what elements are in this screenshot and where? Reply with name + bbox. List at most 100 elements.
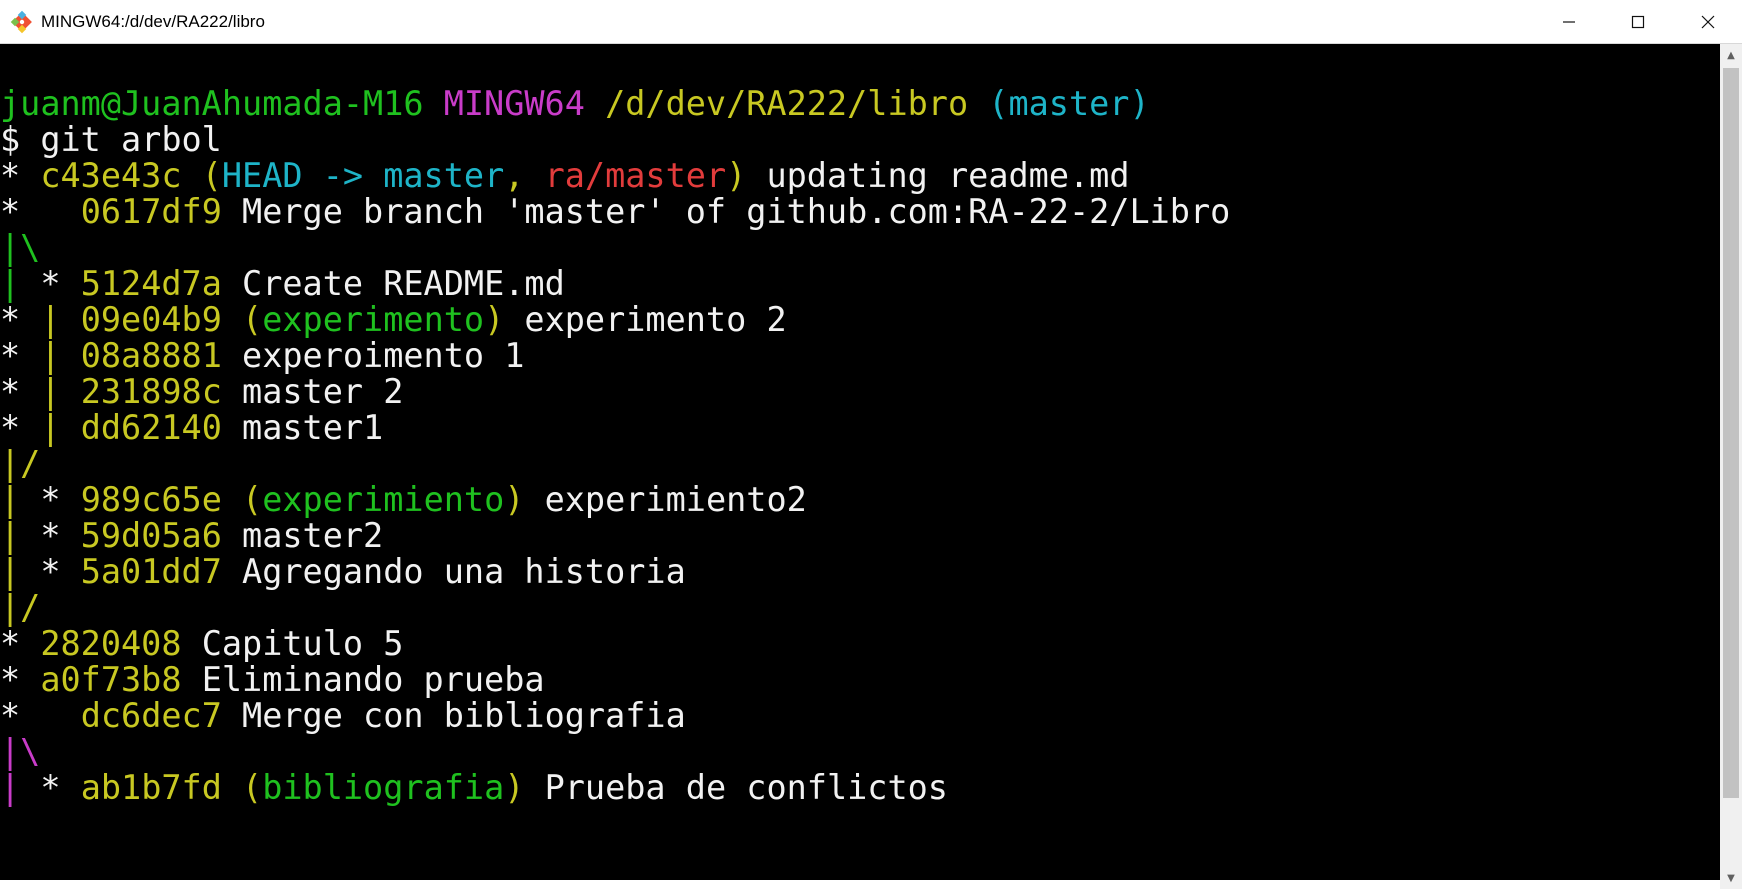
minimize-button[interactable] bbox=[1534, 0, 1603, 44]
graph-glyph: | bbox=[0, 768, 41, 807]
graph-glyph: * bbox=[0, 156, 41, 195]
remote-ref: ra/master bbox=[544, 156, 727, 195]
commit-message: experimento 2 bbox=[504, 300, 787, 339]
graph-glyph: * bbox=[0, 408, 41, 447]
graph-glyph: * bbox=[0, 624, 41, 663]
commit-hash: dd62140 bbox=[80, 408, 222, 447]
commit-hash: 989c65e bbox=[80, 480, 222, 519]
vertical-scrollbar[interactable]: ▲ ▼ bbox=[1720, 44, 1742, 889]
graph-glyph: | bbox=[0, 264, 41, 303]
commit-message: Capitulo 5 bbox=[181, 624, 404, 663]
graph-glyph: |/ bbox=[0, 444, 41, 483]
git-bash-icon bbox=[10, 10, 34, 34]
graph-glyph: | bbox=[40, 372, 81, 411]
maximize-button[interactable] bbox=[1603, 0, 1672, 44]
branch-ref: bibliografia bbox=[262, 768, 505, 807]
refs-open: ( bbox=[221, 480, 263, 519]
graph-line: |\ bbox=[0, 228, 40, 268]
close-button[interactable] bbox=[1673, 0, 1742, 44]
prompt-user-host: juanm@JuanAhumada-M16 bbox=[0, 84, 424, 123]
commit-line: * a0f73b8 Eliminando prueba bbox=[0, 660, 545, 700]
graph-glyph: | bbox=[40, 336, 81, 375]
refs-separator: , bbox=[504, 156, 545, 195]
graph-glyph: | bbox=[0, 480, 41, 519]
graph-glyph: * bbox=[0, 300, 41, 339]
commit-line: | * ab1b7fd (bibliografia) Prueba de con… bbox=[0, 768, 948, 808]
commit-hash: 231898c bbox=[80, 372, 222, 411]
commit-line: * c43e43c (HEAD -> master, ra/master) up… bbox=[0, 156, 1130, 196]
commit-message: experimiento2 bbox=[524, 480, 807, 519]
commit-line: * | 08a8881 experoimento 1 bbox=[0, 336, 524, 376]
graph-glyph: | bbox=[40, 300, 81, 339]
graph-glyph: * bbox=[40, 480, 81, 519]
graph-line: |\ bbox=[0, 732, 40, 772]
graph-glyph: * bbox=[40, 552, 81, 591]
graph-glyph: * bbox=[40, 768, 81, 807]
terminal-output[interactable]: juanm@JuanAhumada-M16 MINGW64 /d/dev/RA2… bbox=[0, 44, 1720, 889]
branch-ref: experimiento bbox=[262, 480, 505, 519]
refs-close: ) bbox=[504, 768, 525, 807]
commit-line: * | 09e04b9 (experimento) experimento 2 bbox=[0, 300, 787, 340]
commit-message: Prueba de conflictos bbox=[524, 768, 948, 807]
graph-line: |/ bbox=[0, 588, 40, 628]
scroll-thumb[interactable] bbox=[1723, 68, 1739, 798]
graph-glyph: * bbox=[40, 264, 81, 303]
commit-hash: dc6dec7 bbox=[80, 696, 222, 735]
commit-line: * | 231898c master 2 bbox=[0, 372, 403, 412]
window-title: MINGW64:/d/dev/RA222/libro bbox=[41, 12, 265, 31]
commit-message: Eliminando prueba bbox=[181, 660, 545, 699]
graph-glyph: * bbox=[0, 660, 41, 699]
graph-glyph: |\ bbox=[0, 732, 41, 771]
commit-hash: 59d05a6 bbox=[80, 516, 222, 555]
maximize-icon bbox=[1631, 15, 1644, 29]
bottom-edge bbox=[0, 880, 1720, 889]
refs-open: ( bbox=[221, 768, 263, 807]
commit-message: updating readme.md bbox=[746, 156, 1130, 195]
graph-line: |/ bbox=[0, 444, 40, 484]
close-icon bbox=[1701, 15, 1714, 29]
graph-glyph: * bbox=[0, 192, 81, 231]
scroll-up-arrow-icon[interactable]: ▲ bbox=[1720, 44, 1742, 66]
refs-close: ) bbox=[726, 156, 747, 195]
commit-hash: a0f73b8 bbox=[40, 660, 182, 699]
commit-message: Merge branch 'master' of github.com:RA-2… bbox=[221, 192, 1231, 231]
commit-hash: 08a8881 bbox=[80, 336, 222, 375]
commit-line: * dc6dec7 Merge con bibliografia bbox=[0, 696, 686, 736]
commit-line: * 2820408 Capitulo 5 bbox=[0, 624, 403, 664]
commit-hash: 0617df9 bbox=[80, 192, 222, 231]
prompt-path: /d/dev/RA222/libro bbox=[605, 84, 969, 123]
graph-glyph: * bbox=[0, 696, 81, 735]
commit-hash: c43e43c bbox=[40, 156, 182, 195]
commit-hash: ab1b7fd bbox=[80, 768, 222, 807]
commit-line: * | dd62140 master1 bbox=[0, 408, 383, 448]
commit-line: * 0617df9 Merge branch 'master' of githu… bbox=[0, 192, 1230, 232]
graph-glyph: |/ bbox=[0, 588, 41, 627]
commit-message: master1 bbox=[221, 408, 384, 447]
graph-glyph: | bbox=[0, 516, 41, 555]
refs-open: ( bbox=[221, 300, 263, 339]
minimize-icon bbox=[1562, 21, 1575, 23]
graph-glyph: * bbox=[0, 372, 41, 411]
commit-hash: 09e04b9 bbox=[80, 300, 222, 339]
prompt-system: MINGW64 bbox=[443, 84, 585, 123]
commit-hash: 5124d7a bbox=[80, 264, 222, 303]
graph-glyph: * bbox=[0, 336, 41, 375]
prompt-line: juanm@JuanAhumada-M16 MINGW64 /d/dev/RA2… bbox=[0, 84, 1150, 124]
graph-glyph: | bbox=[0, 552, 41, 591]
commit-line: | * 5124d7a Create README.md bbox=[0, 264, 565, 304]
refs-open: ( bbox=[181, 156, 222, 195]
commit-message: Create README.md bbox=[221, 264, 565, 303]
commit-message: Merge con bibliografia bbox=[221, 696, 686, 735]
scroll-down-arrow-icon[interactable]: ▼ bbox=[1720, 867, 1742, 889]
graph-glyph: | bbox=[40, 408, 81, 447]
command-line: $ git arbol bbox=[0, 120, 222, 159]
graph-glyph: |\ bbox=[0, 228, 41, 267]
prompt-branch: (master) bbox=[988, 84, 1150, 123]
head-ref: HEAD -> master bbox=[221, 156, 505, 195]
commit-line: | * 5a01dd7 Agregando una historia bbox=[0, 552, 686, 592]
window-titlebar: MINGW64:/d/dev/RA222/libro bbox=[0, 0, 1742, 44]
commit-message: experoimento 1 bbox=[221, 336, 525, 375]
refs-close: ) bbox=[504, 480, 525, 519]
commit-message: master2 bbox=[221, 516, 384, 555]
branch-ref: experimento bbox=[262, 300, 485, 339]
